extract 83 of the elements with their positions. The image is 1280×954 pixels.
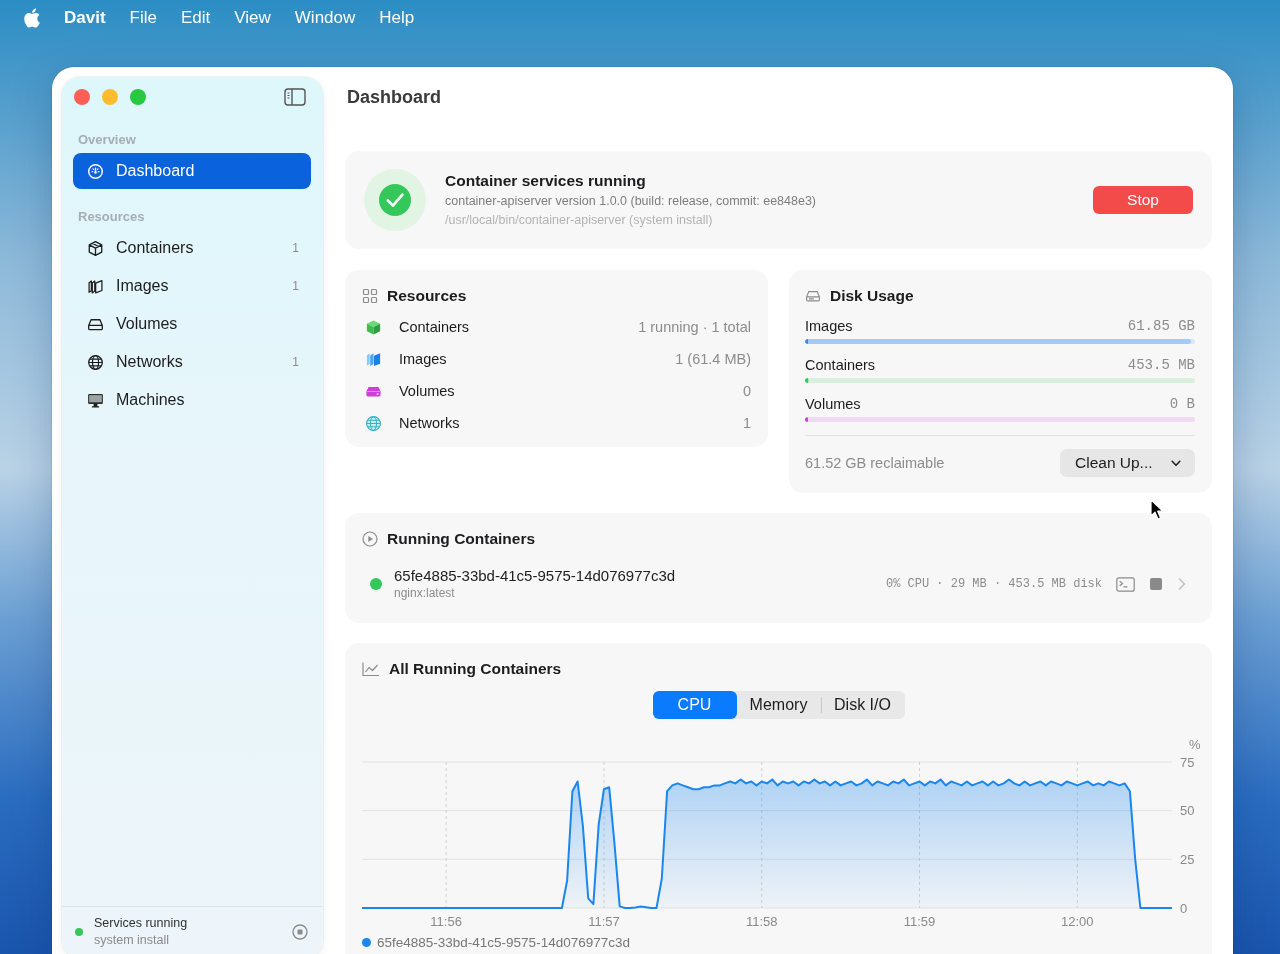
item-count: 1: [292, 355, 299, 369]
y-axis-unit: %: [1189, 736, 1200, 752]
disk-value: 0 B: [1169, 396, 1195, 412]
disk-label: Volumes: [805, 396, 861, 412]
resource-value: 1 (61.4 MB): [675, 351, 751, 367]
layers-icon: [87, 277, 104, 295]
section-header: Overview: [77, 132, 137, 148]
resource-label: Volumes: [399, 383, 456, 399]
x-axis-label: 12:00: [1061, 913, 1094, 929]
service-status-text: Services running: [94, 914, 188, 932]
disk-value: 61.85 GB: [1127, 318, 1195, 334]
status-title: Container services running: [445, 170, 646, 191]
y-axis-label: 25: [1180, 851, 1195, 867]
card-title: All Running Containers: [389, 660, 562, 678]
monitor-icon: [87, 391, 104, 409]
page-title: Dashboard: [346, 86, 442, 109]
card-title: Disk Usage: [830, 287, 914, 305]
sidebar-item[interactable]: Networks 1: [73, 344, 311, 380]
stop-icon[interactable]: [1150, 578, 1162, 590]
y-axis-label: 75: [1180, 754, 1195, 770]
disk-label: Images: [805, 318, 853, 334]
card-title: Running Containers: [387, 530, 536, 548]
chevron-right-icon[interactable]: [1178, 578, 1186, 590]
line-chart-icon: [362, 661, 380, 677]
menu-item[interactable]: Edit: [181, 7, 211, 28]
sidebar-item[interactable]: Volumes: [73, 306, 311, 342]
x-axis-label: 11:56: [430, 913, 462, 929]
chevron-down-icon: [1171, 459, 1181, 467]
sidebar-item[interactable]: Machines: [73, 382, 311, 418]
legend-label: 65fe4885-33bd-41c5-9575-14d076977c3d: [377, 934, 630, 950]
menu-item[interactable]: View: [234, 7, 271, 28]
item-count: 1: [292, 279, 299, 293]
x-axis-label: 11:58: [745, 913, 778, 929]
close-button[interactable]: [74, 89, 90, 105]
card-title: Resources: [387, 287, 467, 305]
path-text: /usr/local/bin/container-apiserver (system install): [445, 211, 713, 229]
layers-icon: [365, 350, 382, 368]
menu-item[interactable]: Help: [379, 7, 415, 28]
cube-icon: [87, 239, 104, 257]
tab[interactable]: CPU: [652, 691, 737, 719]
check-icon: [364, 169, 426, 231]
zoom-button[interactable]: [130, 89, 146, 105]
menu-item[interactable]: File: [129, 7, 157, 28]
menu-item[interactable]: Window: [294, 7, 356, 28]
gauge-icon: [87, 162, 104, 180]
resource-value: 0: [742, 383, 751, 399]
resource-label: Images: [399, 351, 448, 367]
resource-label: Containers: [399, 319, 471, 335]
apple-icon[interactable]: [24, 7, 40, 28]
resource-label: Networks: [399, 415, 461, 431]
minimize-button[interactable]: [102, 89, 118, 105]
app-menu[interactable]: Davit: [64, 7, 106, 28]
terminal-icon[interactable]: [1116, 576, 1135, 592]
resource-value: 1: [742, 415, 751, 431]
x-axis-label: 11:59: [903, 913, 936, 929]
disk-label: Containers: [805, 357, 876, 373]
clean-up-button[interactable]: Clean Up...: [1060, 449, 1195, 477]
globe-icon: [365, 414, 382, 432]
globe-icon: [87, 353, 104, 371]
stop-button[interactable]: Stop: [1093, 186, 1193, 214]
disk-value: 453.5 MB: [1127, 357, 1195, 373]
x-axis-label: 11:57: [588, 913, 620, 929]
reclaimable-text: 61.52 GB reclaimable: [805, 455, 945, 471]
tab[interactable]: Memory: [736, 691, 821, 719]
container-id: 65fe4885-33bd-41c5-9575-14d076977c3d: [394, 567, 676, 585]
grid-icon: [362, 288, 378, 304]
container-image: nginx:latest: [394, 585, 455, 601]
container-stats: 0% CPU · 29 MB · 453.5 MB disk: [885, 577, 1102, 591]
item-count: 1: [292, 241, 299, 255]
y-axis-label: 50: [1180, 803, 1195, 819]
drive-icon: [805, 288, 821, 304]
resource-value: 1 running · 1 total: [638, 319, 751, 335]
play-icon: [362, 531, 378, 547]
section-header: Resources: [77, 209, 146, 225]
stop-icon[interactable]: [292, 923, 308, 940]
service-detail-text: system install: [94, 931, 170, 949]
sidebar-item[interactable]: Images 1: [73, 268, 311, 304]
sidebar-item[interactable]: Containers 1: [73, 230, 311, 266]
sidebar-toggle-icon[interactable]: [284, 88, 306, 106]
sidebar-item[interactable]: Dashboard: [73, 153, 311, 189]
y-axis-label: 0: [1180, 900, 1188, 916]
version-text: container-apiserver version 1.0.0 (build: release, commit: ee848e3): [445, 192, 817, 210]
cube-icon: [365, 318, 382, 336]
